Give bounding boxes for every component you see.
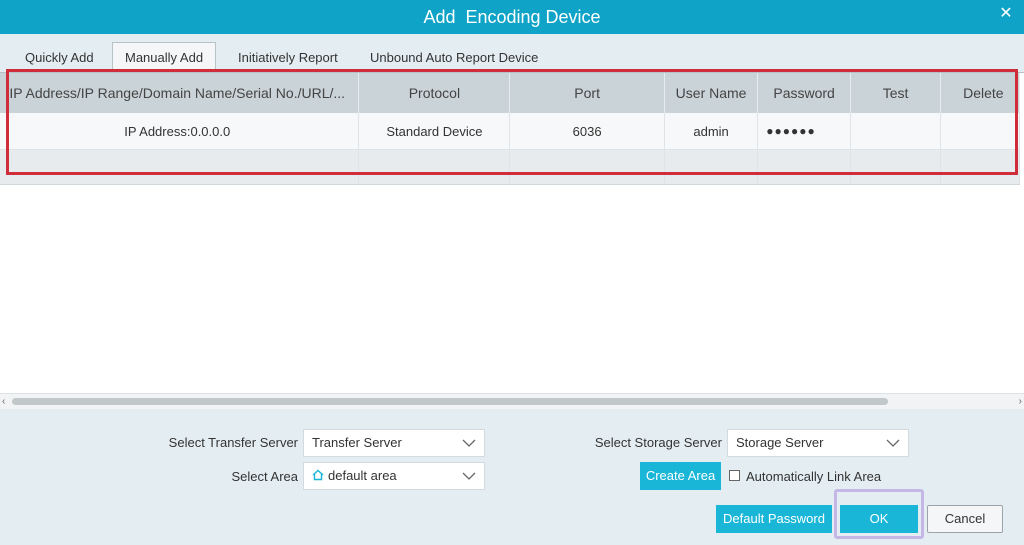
scroll-left-icon[interactable]: ‹ (2, 394, 10, 409)
chevron-down-icon (886, 439, 900, 447)
column-header-protocol[interactable]: Protocol (358, 73, 511, 113)
ok-button[interactable]: OK (840, 505, 918, 533)
cell-test[interactable] (850, 149, 942, 185)
cell-protocol[interactable] (358, 149, 511, 185)
column-header-port[interactable]: Port (509, 73, 665, 113)
scrollbar-thumb[interactable] (12, 398, 888, 405)
cell-test[interactable] (850, 113, 942, 150)
auto-link-area-label: Automatically Link Area (746, 469, 882, 484)
table-row[interactable]: IP Address:0.0.0.0 Standard Device 6036 … (0, 113, 1020, 150)
storage-server-value: Storage Server (736, 435, 824, 450)
horizontal-scrollbar[interactable]: ‹ › (0, 393, 1024, 409)
storage-server-select[interactable]: Storage Server (727, 429, 909, 457)
column-header-delete[interactable]: Delete (940, 73, 1020, 113)
column-header-address[interactable]: IP Address/IP Range/Domain Name/Serial N… (0, 73, 360, 113)
cell-delete[interactable] (940, 149, 1020, 185)
cell-address[interactable] (0, 149, 360, 185)
area-select[interactable]: default area (303, 462, 485, 490)
transfer-server-value: Transfer Server (312, 435, 402, 450)
column-header-test[interactable]: Test (850, 73, 942, 113)
cell-user-name[interactable] (664, 149, 759, 185)
tab-manually-add[interactable]: Manually Add (112, 42, 217, 73)
table-row[interactable] (0, 149, 1020, 185)
auto-link-area-checkbox[interactable] (729, 470, 740, 481)
cell-port[interactable] (509, 149, 665, 185)
tab-initiatively-report[interactable]: Initiatively Report (226, 44, 350, 72)
chevron-down-icon (462, 439, 476, 447)
chevron-down-icon (462, 472, 476, 480)
storage-server-label: Select Storage Server (594, 435, 722, 450)
transfer-server-label: Select Transfer Server (168, 435, 298, 450)
title-bar: Add Encoding Device ✕ (0, 0, 1024, 34)
column-header-user-name[interactable]: User Name (664, 73, 759, 113)
area-label: Select Area (231, 469, 299, 484)
column-header-password[interactable]: Password (757, 73, 851, 113)
tab-bar: Quickly Add Manually Add Initiatively Re… (0, 34, 1024, 73)
dialog-title: Add Encoding Device (423, 7, 601, 27)
tab-unbound-auto-report[interactable]: Unbound Auto Report Device (358, 44, 550, 72)
close-icon[interactable]: ✕ (998, 6, 1014, 22)
cancel-button[interactable]: Cancel (927, 505, 1003, 533)
device-table: IP Address/IP Range/Domain Name/Serial N… (0, 72, 1024, 409)
cell-password[interactable] (757, 149, 851, 185)
area-value: default area (328, 468, 397, 483)
cell-user-name[interactable]: admin (664, 113, 759, 150)
transfer-server-select[interactable]: Transfer Server (303, 429, 485, 457)
cell-port[interactable]: 6036 (509, 113, 665, 150)
cell-delete[interactable] (940, 113, 1020, 150)
tab-quickly-add[interactable]: Quickly Add (13, 44, 106, 72)
table-header-row: IP Address/IP Range/Domain Name/Serial N… (0, 73, 1020, 113)
cell-address[interactable]: IP Address:0.0.0.0 (0, 113, 360, 150)
create-area-button[interactable]: Create Area (640, 462, 721, 490)
default-password-button[interactable]: Default Password (716, 505, 832, 533)
home-icon (312, 469, 324, 481)
cell-protocol[interactable]: Standard Device (358, 113, 511, 150)
cell-password[interactable]: ●●●●●● (757, 113, 851, 150)
scroll-right-icon[interactable]: › (1014, 394, 1022, 409)
